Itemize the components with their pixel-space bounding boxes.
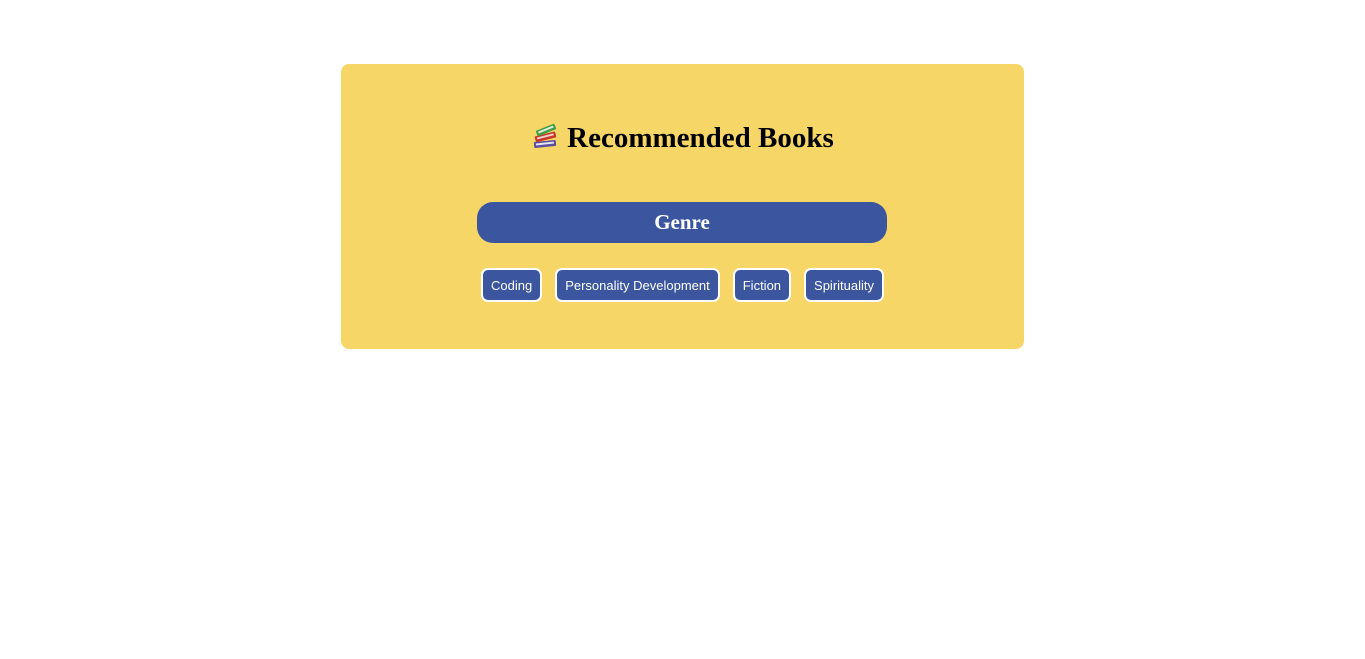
genre-button-personality-development[interactable]: Personality Development bbox=[555, 268, 720, 302]
genre-button-coding[interactable]: Coding bbox=[481, 268, 543, 302]
genre-heading: Genre bbox=[654, 210, 710, 234]
genre-heading-bar: Genre bbox=[477, 202, 887, 243]
genre-button-group: Coding Personality Development Fiction S… bbox=[341, 268, 1024, 302]
page-title: Recommended Books bbox=[341, 120, 1024, 156]
genre-button-spirituality[interactable]: Spirituality bbox=[804, 268, 884, 302]
books-icon bbox=[531, 122, 559, 150]
genre-button-fiction[interactable]: Fiction bbox=[732, 268, 792, 302]
recommendations-card: Recommended Books Genre Coding Personali… bbox=[341, 64, 1024, 349]
page-title-text: Recommended Books bbox=[567, 122, 834, 154]
